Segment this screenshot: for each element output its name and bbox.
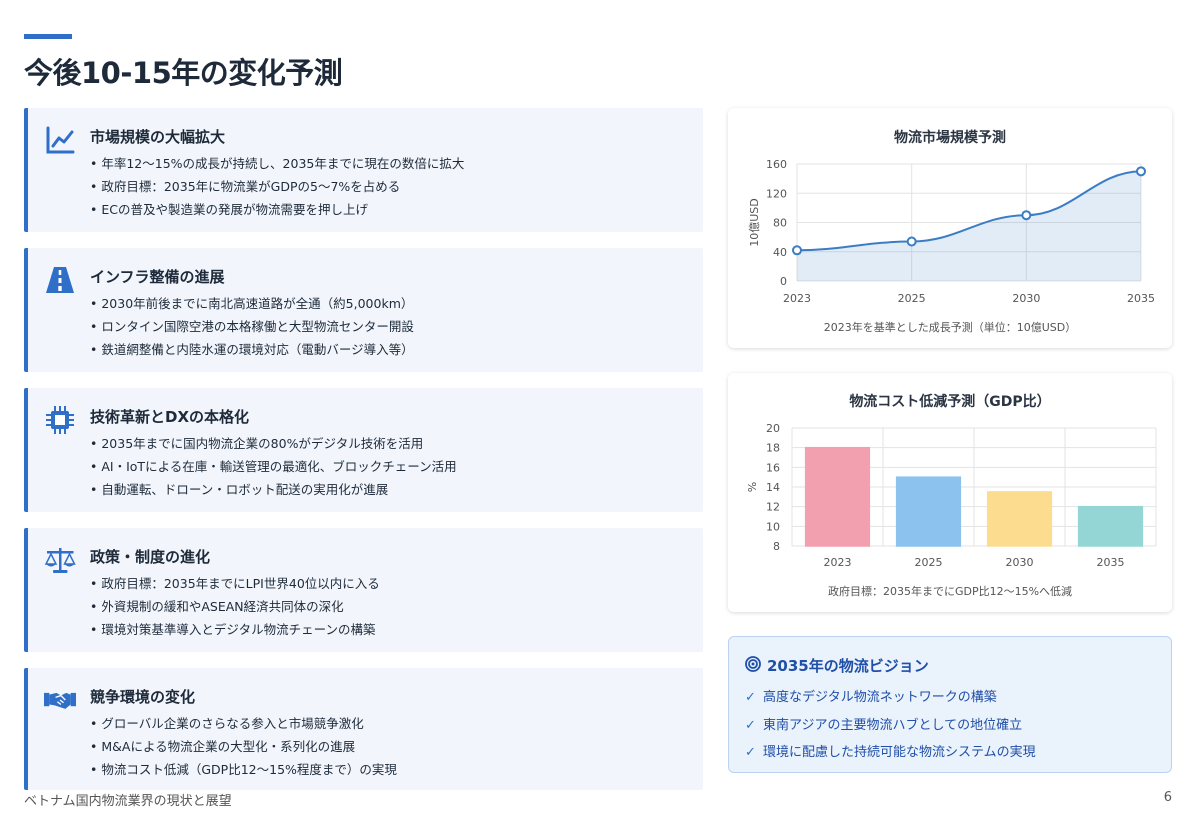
vision-item: ✓ 東南アジアの主要物流ハブとしての地位確立 [745, 712, 1036, 740]
list-item: 年率12〜15%の成長が持続し、2035年までに現在の数倍に拡大 [90, 152, 464, 175]
x-tick-label: 2025 [915, 556, 943, 569]
list-item: 鉄道網整備と内陸水運の環境対応（電動バージ導入等） [90, 338, 414, 361]
card-title: 政策・制度の進化 [90, 548, 211, 566]
y-tick-label: 80 [773, 217, 787, 230]
x-tick-label: 2035 [1127, 292, 1155, 305]
footer-title: ベトナム国内物流業界の現状と展望 [24, 794, 232, 809]
logistics-cost-chart: 8 10 12 14 16 18 20 2023 2025 2030 2035% [746, 422, 1157, 569]
data-point [1021, 210, 1032, 221]
list-item: 2035年までに国内物流企業の80%がデジタル技術を活用 [90, 432, 457, 455]
x-tick-label: 2025 [898, 292, 926, 305]
list-item: 環境対策基準導入とデジタル物流チェーンの構築 [90, 618, 380, 641]
list-item: 政府目標：2035年に物流業がGDPの5〜7%を占める [90, 175, 464, 198]
card-competition: 競争環境の変化 グローバル企業のさらなる参入と市場競争激化 M&Aによる物流企業… [24, 668, 703, 790]
list-item: ECの普及や製造業の発展が物流需要を押し上げ [90, 198, 464, 221]
market-size-chart: 0 40 80 120 160 2023 2025 2030 2035 10億USD [748, 158, 1155, 305]
card-policy: 政策・制度の進化 政府目標：2035年までにLPI世界40位以内に入る 外資規制… [24, 528, 703, 652]
x-tick-label: 2023 [824, 556, 852, 569]
y-tick-label: 10 [766, 520, 780, 533]
microchip-icon [46, 406, 74, 434]
y-tick-label: 120 [766, 187, 787, 200]
check-icon: ✓ [745, 690, 756, 705]
card-list: 政府目標：2035年までにLPI世界40位以内に入る 外資規制の緩和やASEAN… [90, 572, 380, 641]
balance-scale-icon [44, 548, 76, 573]
data-point [1136, 166, 1146, 177]
logistics-cost-chart-panel: 物流コスト低減予測（GDP比） 8 10 12 14 16 18 20 2023 2025 203… [728, 373, 1172, 612]
y-tick-label: 14 [766, 481, 780, 494]
list-item: 政府目標：2035年までにLPI世界40位以内に入る [90, 572, 379, 595]
y-tick-label: 16 [766, 461, 780, 474]
card-title: 技術革新とDXの本格化 [90, 408, 250, 426]
y-tick-label: 18 [766, 442, 780, 455]
y-tick-label: 40 [773, 246, 787, 259]
data-point [906, 236, 917, 247]
list-item: ロンタイン国際空港の本格稼働と大型物流センター開設 [90, 315, 414, 338]
bar [986, 491, 1053, 547]
x-tick-label: 2035 [1097, 556, 1125, 569]
chart-caption: 2023年を基準とした成長予測（単位：10億USD） [823, 321, 1077, 334]
card-market-size: 市場規模の大幅拡大 年率12〜15%の成長が持続し、2035年までに現在の数倍に… [24, 108, 703, 232]
vision-item: ✓ 環境に配慮した持続可能な物流システムの実現 [745, 739, 1036, 767]
card-title: 市場規模の大幅拡大 [90, 128, 226, 146]
x-tick-label: 2030 [1006, 556, 1034, 569]
y-tick-label: 8 [773, 540, 780, 553]
bar [1077, 505, 1144, 547]
list-item: 外資規制の緩和やASEAN経済共同体の深化 [90, 595, 380, 618]
check-icon: ✓ [745, 717, 756, 733]
x-tick-label: 2030 [1012, 292, 1040, 305]
title-accent-bar [24, 34, 72, 39]
page-title: 今後10-15年の変化予測 [24, 56, 343, 90]
card-technology: 技術革新とDXの本格化 2035年までに国内物流企業の80%がデジタル技術を活用… [24, 388, 703, 512]
y-tick-label: 20 [766, 422, 780, 435]
list-item: 2030年前後までに南北高速道路が全通（約5,000km） [90, 292, 414, 315]
y-tick-label: 160 [766, 158, 787, 171]
card-list: 2030年前後までに南北高速道路が全通（約5,000km） ロンタイン国際空港の… [90, 292, 414, 361]
y-axis-label: % [746, 482, 759, 492]
bullseye-icon [745, 656, 761, 672]
list-item: M&Aによる物流企業の大型化・系列化の進展 [90, 735, 397, 758]
handshake-icon [44, 692, 76, 709]
x-tick-label: 2023 [783, 292, 811, 305]
vision-box: 2035年の物流ビジョン ✓ 高度なデジタル物流ネットワークの構築 ✓ 東南アジアの… [728, 636, 1172, 773]
line-chart-icon [46, 126, 75, 154]
market-size-chart-panel: 物流市場規模予測 0 40 80 120 160 2023 2025 2030 2035 10億U… [728, 108, 1172, 348]
list-item: グローバル企業のさらなる参入と市場競争激化 [90, 712, 397, 735]
series-area [797, 171, 1141, 281]
card-list: 2035年までに国内物流企業の80%がデジタル技術を活用 AI・IoTによる在庫… [90, 432, 457, 501]
bar [804, 446, 871, 547]
bar [895, 476, 962, 547]
check-icon: ✓ [745, 745, 756, 760]
y-tick-label: 12 [766, 501, 780, 514]
vision-title: 2035年の物流ビジョン [767, 657, 929, 675]
vision-item: ✓ 高度なデジタル物流ネットワークの構築 [745, 684, 1036, 712]
card-list: グローバル企業のさらなる参入と市場競争激化 M&Aによる物流企業の大型化・系列化… [90, 712, 397, 781]
list-item: AI・IoTによる在庫・輸送管理の最適化、ブロックチェーン活用 [90, 455, 456, 478]
list-item: 物流コスト低減（GDP比12〜15%程度まで）の実現 [90, 758, 397, 781]
card-infrastructure: インフラ整備の進展 2030年前後までに南北高速道路が全通（約5,000km） … [24, 248, 703, 372]
card-title: インフラ整備の進展 [90, 268, 225, 286]
y-axis-label: 10億USD [748, 198, 761, 247]
vision-list: ✓ 高度なデジタル物流ネットワークの構築 ✓ 東南アジアの主要物流ハブとしての地位確… [745, 684, 1036, 767]
card-list: 年率12〜15%の成長が持続し、2035年までに現在の数倍に拡大 政府目標：20… [90, 152, 464, 221]
card-title: 競争環境の変化 [90, 688, 196, 706]
page-number: 6 [1163, 790, 1172, 805]
y-tick-label: 0 [780, 275, 787, 288]
data-point [792, 245, 802, 256]
road-icon [46, 267, 74, 293]
list-item: 自動運転、ドローン・ロボット配送の実用化が進展 [90, 478, 457, 501]
chart-caption: 政府目標：2035年までにGDP比12〜15%へ低減 [827, 585, 1073, 598]
